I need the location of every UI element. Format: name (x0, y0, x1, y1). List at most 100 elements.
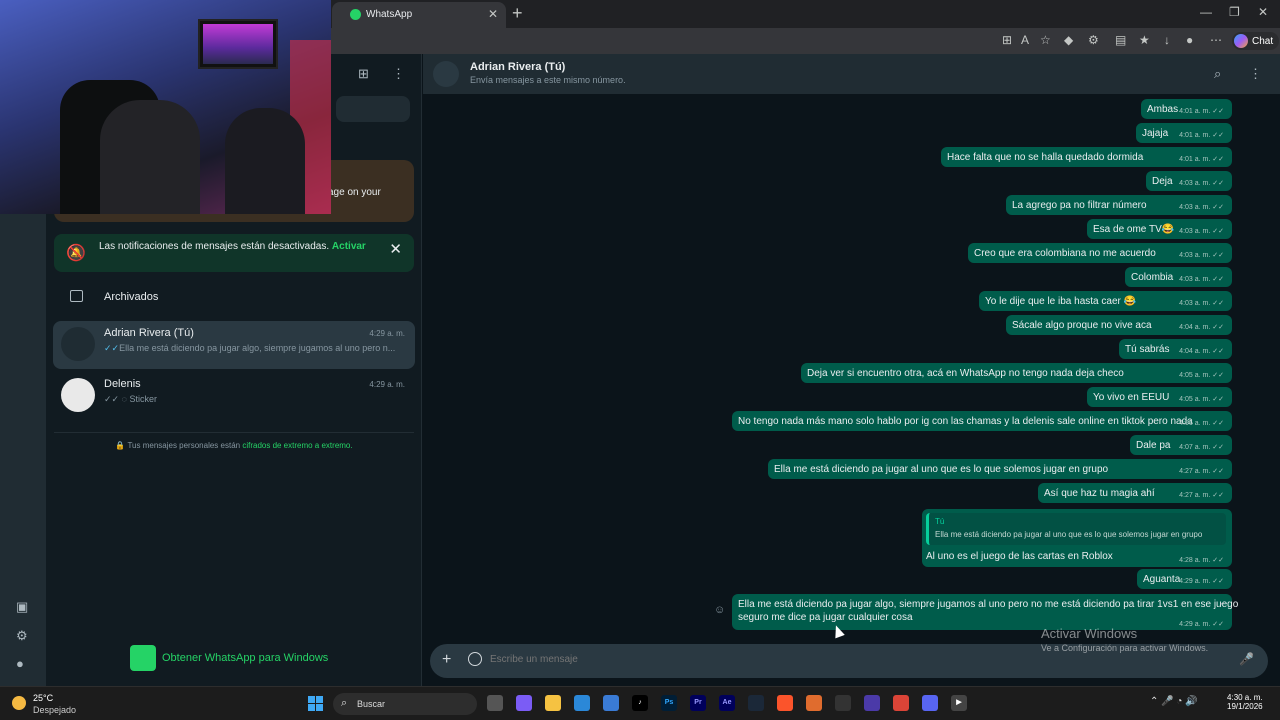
favorites-icon[interactable]: ★ (1139, 33, 1150, 47)
emoji-icon[interactable] (468, 652, 482, 666)
puzzle-icon[interactable]: ⚙ (1088, 33, 1099, 47)
copilot-app-icon[interactable] (516, 695, 532, 711)
message-bubble[interactable]: Creo que era colombiana no me acuerdo 4:0… (968, 243, 1232, 263)
favorite-star-icon[interactable]: ☆ (1040, 33, 1051, 47)
tiktok-icon[interactable]: ♪ (632, 695, 648, 711)
message-bubble[interactable]: Ambas 4:01 a. m. ✓✓ (1141, 99, 1232, 119)
system-tray[interactable]: ⌃ 🎤 ◔ 🔊 (1150, 696, 1198, 707)
message-time: 4:04 a. m. ✓✓ (1179, 324, 1224, 331)
message-bubble[interactable]: Yo vivo en EEUU 4:05 a. m. ✓✓ (1087, 387, 1232, 407)
tab-whatsapp[interactable]: WhatsApp ✕ (332, 2, 506, 28)
media-player-icon[interactable]: ▶ (951, 695, 967, 711)
message-bubble-last[interactable]: Ella me está diciendo pa jugar algo, sie… (732, 594, 1238, 630)
read-aloud-icon[interactable]: A (1021, 33, 1029, 47)
new-tab-icon[interactable]: + (512, 3, 523, 24)
app-view-icon[interactable]: ⊞ (1002, 33, 1012, 47)
minimize-icon[interactable]: — (1200, 5, 1212, 19)
message-bubble[interactable]: Tú sabrás 4:04 a. m. ✓✓ (1119, 339, 1232, 359)
store-icon[interactable] (603, 695, 619, 711)
media-icon[interactable]: ▣ (16, 599, 28, 615)
menu-icon[interactable]: ⋮ (392, 66, 405, 82)
message-time: 4:05 a. m. ✓✓ (1179, 396, 1224, 403)
taskbar-search[interactable]: ⌕ Buscar (333, 693, 477, 715)
message-bubble[interactable]: Yo le dije que le iba hasta caer 😂 4:03 a… (979, 291, 1232, 311)
new-chat-icon[interactable]: ⊞ (358, 66, 369, 82)
chat-time: 4:29 a. m. (369, 329, 405, 338)
emoji-reaction-icon[interactable]: ☺ (714, 604, 725, 616)
app-icon[interactable] (835, 695, 851, 711)
edge-icon[interactable] (574, 695, 590, 711)
message-bubble[interactable]: No tengo nada más mano solo hablo por ig… (732, 411, 1232, 431)
copilot-chat-button[interactable]: Chat (1232, 32, 1280, 50)
double-check-icon: ✓✓ (104, 343, 120, 353)
message-bubble[interactable]: Así que haz tu magia ahí 4:27 a. m. ✓✓ (1038, 483, 1232, 503)
attach-plus-icon[interactable]: + (442, 651, 451, 669)
message-bubble[interactable]: Deja 4:03 a. m. ✓✓ (1146, 171, 1232, 191)
message-time: 4:03 a. m. ✓✓ (1179, 228, 1224, 235)
brave-icon[interactable] (777, 695, 793, 711)
more-options-icon[interactable]: ⋯ (1210, 33, 1222, 47)
close-icon[interactable]: ✕ (389, 240, 402, 258)
chat-label: Chat (1252, 35, 1274, 47)
extension-icon[interactable]: ◆ (1064, 33, 1073, 47)
task-view-icon[interactable] (487, 695, 503, 711)
message-bubble[interactable]: Jajaja 4:01 a. m. ✓✓ (1136, 123, 1232, 143)
reply-message-bubble[interactable]: Tú Ella me está diciendo pa jugar al uno… (922, 509, 1232, 567)
person-one (100, 100, 200, 214)
message-bubble[interactable]: Aguanta 4:29 a. m. ✓✓ (1137, 569, 1232, 589)
microphone-icon[interactable]: 🎤 (1239, 652, 1254, 666)
file-explorer-icon[interactable] (545, 695, 561, 711)
message-bubble[interactable]: La agrego pa no filtrar número 4:03 a. m.… (1006, 195, 1232, 215)
chrome-icon[interactable] (893, 695, 909, 711)
app-icon[interactable] (806, 695, 822, 711)
steam-icon[interactable] (748, 695, 764, 711)
message-time: 4:03 a. m. ✓✓ (1179, 252, 1224, 259)
search-icon[interactable]: ⌕ (1214, 66, 1221, 82)
chevron-down-icon[interactable]: ⌄ (1218, 597, 1226, 608)
premiere-icon[interactable]: Pr (690, 695, 706, 711)
chat-item-adrian[interactable]: Adrian Rivera (Tú) 4:29 a. m. ✓✓Ella me … (53, 321, 415, 369)
close-tab-icon[interactable]: ✕ (488, 7, 498, 21)
chat-preview: ✓✓Ella me está diciendo pa jugar algo, s… (104, 343, 396, 353)
photoshop-icon[interactable]: Ps (661, 695, 677, 711)
divider (54, 432, 414, 433)
split-screen-icon[interactable]: ▤ (1115, 33, 1126, 47)
clock[interactable]: 4:30 a. m. 19/1/2026 (1227, 693, 1263, 711)
start-button[interactable] (308, 696, 324, 712)
profile-icon[interactable]: ● (16, 656, 24, 671)
message-text: No tengo nada más mano solo hablo por ig… (738, 416, 1193, 427)
discord-icon[interactable] (922, 695, 938, 711)
downloads-icon[interactable]: ↓ (1164, 33, 1170, 47)
message-time: 4:28 a. m. ✓✓ (1179, 557, 1224, 564)
e2e-link[interactable]: cifrados de extremo a extremo. (242, 441, 352, 450)
search-input[interactable] (336, 96, 410, 122)
message-bubble[interactable]: Esa de ome TV😂 4:03 a. m. ✓✓ (1087, 219, 1232, 239)
settings-gear-icon[interactable]: ⚙ (16, 628, 28, 644)
after-effects-icon[interactable]: Ae (719, 695, 735, 711)
avatar (61, 378, 95, 412)
avatar (61, 327, 95, 361)
app-icon[interactable] (864, 695, 880, 711)
profile-avatar-icon[interactable]: ● (1186, 33, 1193, 47)
quoted-message[interactable]: Tú Ella me está diciendo pa jugar al uno… (926, 513, 1226, 545)
message-bubble[interactable]: Hace falta que no se halla quedado dormi… (941, 147, 1232, 167)
message-bubble[interactable]: Dale pa 4:07 a. m. ✓✓ (1130, 435, 1232, 455)
message-text-line2: seguro me dice pa jugar cualquier cosa (738, 612, 913, 623)
message-time: 4:03 a. m. ✓✓ (1179, 300, 1224, 307)
message-bubble[interactable]: Deja ver si encuentro otra, acá en Whats… (801, 363, 1232, 383)
conversation-header[interactable]: Adrian Rivera (Tú) Envía mensajes a este… (423, 54, 1280, 94)
quoted-text: Ella me está diciendo pa jugar al uno qu… (935, 530, 1203, 539)
restore-icon[interactable]: ❐ (1229, 5, 1240, 19)
message-bubble[interactable]: Ella me está diciendo pa jugar al uno qu… (768, 459, 1232, 479)
message-time: 4:03 a. m. ✓✓ (1179, 276, 1224, 283)
message-text: Deja (1152, 176, 1173, 187)
activate-link[interactable]: Activar (332, 241, 366, 252)
message-bubble[interactable]: Sácale algo proque no vive aca 4:04 a. m.… (1006, 315, 1232, 335)
menu-icon[interactable]: ⋮ (1249, 66, 1262, 82)
chat-item-delenis[interactable]: Delenis 4:29 a. m. ✓✓ ◌ Sticker (53, 372, 415, 420)
message-bubble[interactable]: Colombia 4:03 a. m. ✓✓ (1125, 267, 1232, 287)
close-window-icon[interactable]: ✕ (1258, 5, 1268, 19)
message-text: Ambas (1147, 104, 1179, 115)
archived-row[interactable]: Archivados (54, 282, 414, 312)
message-input[interactable] (490, 654, 1190, 665)
